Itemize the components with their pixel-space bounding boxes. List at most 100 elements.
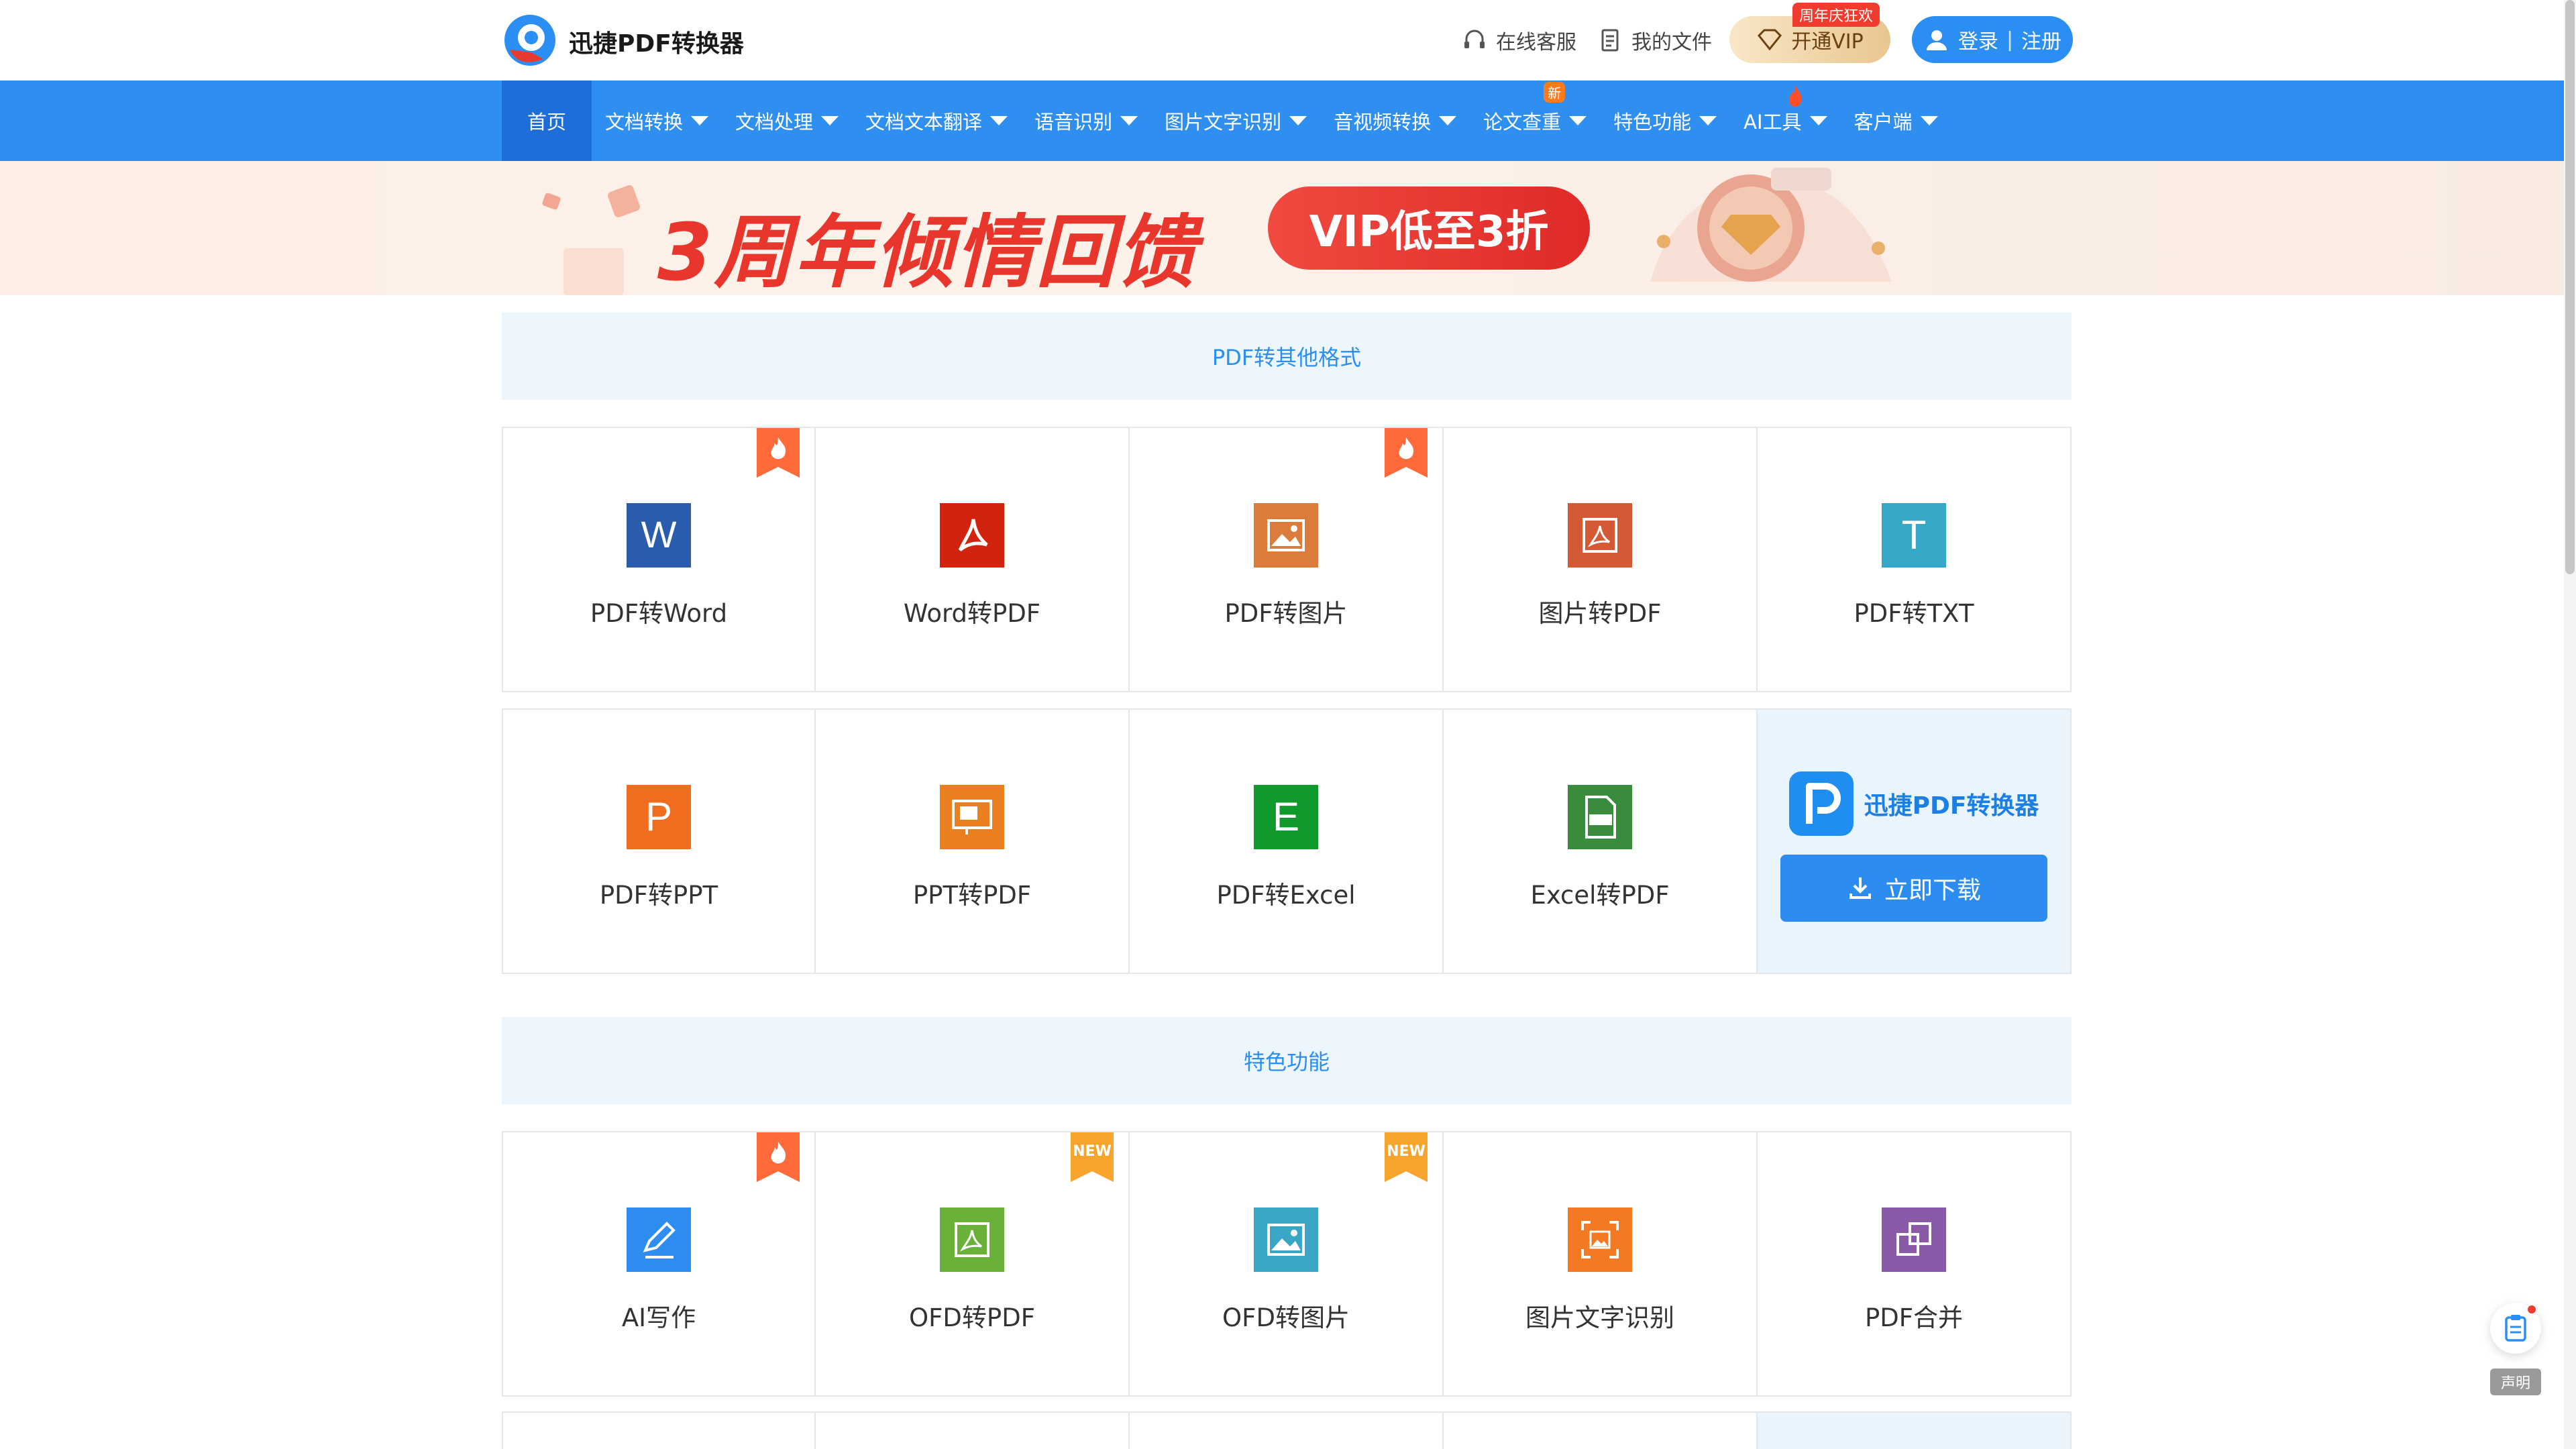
nav-label: 文档处理	[735, 111, 814, 133]
tool-card-ppt-to-pdf[interactable]: PPT转PDF	[816, 708, 1130, 974]
download-brand-text: 迅捷PDF转换器	[1864, 792, 2039, 820]
new-ribbon-text: NEW	[1073, 1143, 1112, 1160]
tool-card-pdf-to-txt[interactable]: T PDF转TXT	[1758, 427, 2072, 692]
vip-coin-decoration-icon	[1650, 168, 1892, 282]
nav-label: 客户端	[1854, 111, 1913, 133]
hot-ribbon-icon	[1385, 428, 1428, 478]
tool-grid-row-1: W PDF转Word Word转PDF PDF转图片 图片转PDF T PDF转…	[502, 427, 2072, 692]
tool-label: 图片文字识别	[1525, 1303, 1674, 1332]
tool-card-word-to-pdf[interactable]: Word转PDF	[816, 427, 1130, 692]
section-title-text: PDF转其他格式	[1212, 345, 1362, 370]
caret-down-icon	[1809, 116, 1827, 125]
online-service-label: 在线客服	[1496, 31, 1576, 54]
promo-banner[interactable]: 3周年倾情回馈 VIP低至3折	[0, 161, 2576, 295]
caret-down-icon	[1699, 116, 1717, 125]
register-label[interactable]: 注册	[2021, 25, 2061, 54]
download-icon	[1849, 877, 1871, 899]
tool-card-ofd-to-image[interactable]: NEW OFD转图片	[1130, 1131, 1444, 1397]
excel-icon: E	[1254, 785, 1318, 849]
my-files-label: 我的文件	[1631, 31, 1712, 54]
tool-label: PDF转PPT	[599, 881, 718, 910]
main-nav: 首页 文档转换 文档处理 文档文本翻译 语音识别 图片文字识别 音视频转换 论文…	[0, 80, 2576, 161]
tool-label: OFD转图片	[1222, 1303, 1350, 1332]
nav-doc-convert[interactable]: 文档转换	[592, 80, 722, 161]
tool-card-image-ocr[interactable]: 图片文字识别	[1444, 1131, 1758, 1397]
nav-label: AI工具	[1743, 111, 1802, 133]
caret-down-icon	[1920, 116, 1938, 125]
headset-icon	[1464, 30, 1485, 48]
svg-text:P: P	[645, 794, 672, 839]
my-files-link[interactable]: 我的文件	[1597, 25, 1712, 55]
statement-label[interactable]: 声明	[2490, 1368, 2541, 1395]
app-logo-icon[interactable]	[502, 12, 558, 68]
ppt-pdf-icon	[940, 785, 1004, 849]
tool-card-pdf-to-image[interactable]: PDF转图片	[1130, 427, 1444, 692]
tool-card-partial[interactable]	[1444, 1411, 1758, 1449]
caret-down-icon	[821, 116, 839, 125]
tool-label: AI写作	[621, 1303, 696, 1332]
top-bar: 迅捷PDF转换器 在线客服 我的文件 开通VIP 周年庆狂欢 登录 | 注册	[0, 0, 2576, 80]
scrollbar-thumb[interactable]	[2565, 0, 2575, 574]
brand-name[interactable]: 迅捷PDF转换器	[569, 24, 744, 59]
banner-vip-discount[interactable]: VIP低至3折	[1268, 186, 1590, 270]
app-p-logo-icon	[1788, 771, 1854, 836]
tool-card-partial[interactable]	[816, 1411, 1130, 1449]
tool-card-pdf-to-ppt[interactable]: P PDF转PPT	[502, 708, 816, 974]
nav-image-ocr[interactable]: 图片文字识别	[1151, 80, 1320, 161]
tool-card-partial[interactable]	[1130, 1411, 1444, 1449]
nav-label: 论文查重	[1483, 111, 1562, 133]
section-title-features: 特色功能	[502, 1017, 2072, 1104]
download-now-button[interactable]: 立即下载	[1780, 855, 2047, 922]
nav-features[interactable]: 特色功能	[1600, 80, 1730, 161]
tool-label: PDF合并	[1864, 1303, 1964, 1332]
nav-doc-translate[interactable]: 文档文本翻译	[852, 80, 1021, 161]
ppt-icon: P	[627, 785, 691, 849]
hot-ribbon-icon	[757, 1132, 800, 1182]
new-ribbon: NEW	[1071, 1132, 1114, 1182]
nav-label: 文档转换	[605, 111, 684, 133]
tool-card-partial[interactable]	[502, 1411, 816, 1449]
image-icon	[1254, 503, 1318, 568]
nav-client[interactable]: 客户端	[1841, 80, 1951, 161]
tool-label: 图片转PDF	[1538, 599, 1662, 628]
download-brand: 迅捷PDF转换器	[1788, 771, 2039, 836]
text-icon: T	[1882, 503, 1946, 568]
nav-label: 图片文字识别	[1165, 111, 1282, 133]
new-ribbon-text: NEW	[1387, 1143, 1426, 1160]
merge-icon	[1882, 1208, 1946, 1272]
pdf-icon	[940, 503, 1004, 568]
caret-down-icon	[1289, 116, 1307, 125]
tool-card-ai-writing[interactable]: AI写作	[502, 1131, 816, 1397]
tool-label: OFD转PDF	[909, 1303, 1035, 1332]
login-label[interactable]: 登录	[1958, 25, 1998, 54]
tool-card-image-to-pdf[interactable]: 图片转PDF	[1444, 427, 1758, 692]
nav-av-convert[interactable]: 音视频转换	[1320, 80, 1470, 161]
tool-label: PDF转Excel	[1216, 881, 1356, 910]
nav-home[interactable]: 首页	[502, 80, 592, 161]
tool-label: PDF转TXT	[1854, 599, 1974, 628]
nav-paper-check[interactable]: 论文查重 新	[1470, 80, 1600, 161]
scan-image-icon	[1568, 1208, 1632, 1272]
tool-card-pdf-to-word[interactable]: W PDF转Word	[502, 427, 816, 692]
tool-card-excel-to-pdf[interactable]: Excel转PDF	[1444, 708, 1758, 974]
tool-card-ofd-to-pdf[interactable]: NEW OFD转PDF	[816, 1131, 1130, 1397]
image-icon	[1254, 1208, 1318, 1272]
ofd-pdf-icon	[940, 1208, 1004, 1272]
nav-doc-process[interactable]: 文档处理	[722, 80, 852, 161]
online-service-link[interactable]: 在线客服	[1461, 25, 1576, 55]
svg-text:E: E	[1273, 794, 1299, 839]
feature-grid-row-2	[502, 1411, 2072, 1449]
tool-card-pdf-merge[interactable]: PDF合并	[1758, 1131, 2072, 1397]
download-client-card: 迅捷PDF转换器 立即下载	[1758, 708, 2072, 974]
notification-dot	[2528, 1305, 2536, 1313]
section-title-text: 特色功能	[1243, 1049, 1330, 1075]
tool-card-pdf-to-excel[interactable]: E PDF转Excel	[1130, 708, 1444, 974]
nav-ai-tools[interactable]: AI工具	[1730, 80, 1840, 161]
caret-down-icon	[1120, 116, 1138, 125]
hot-ribbon-icon	[757, 428, 800, 478]
nav-speech-recognition[interactable]: 语音识别	[1021, 80, 1151, 161]
caret-down-icon	[1569, 116, 1587, 125]
tool-card-partial[interactable]	[1758, 1411, 2072, 1449]
image-pdf-icon	[1568, 503, 1632, 568]
login-register-button[interactable]: 登录 | 注册	[1912, 16, 2073, 63]
